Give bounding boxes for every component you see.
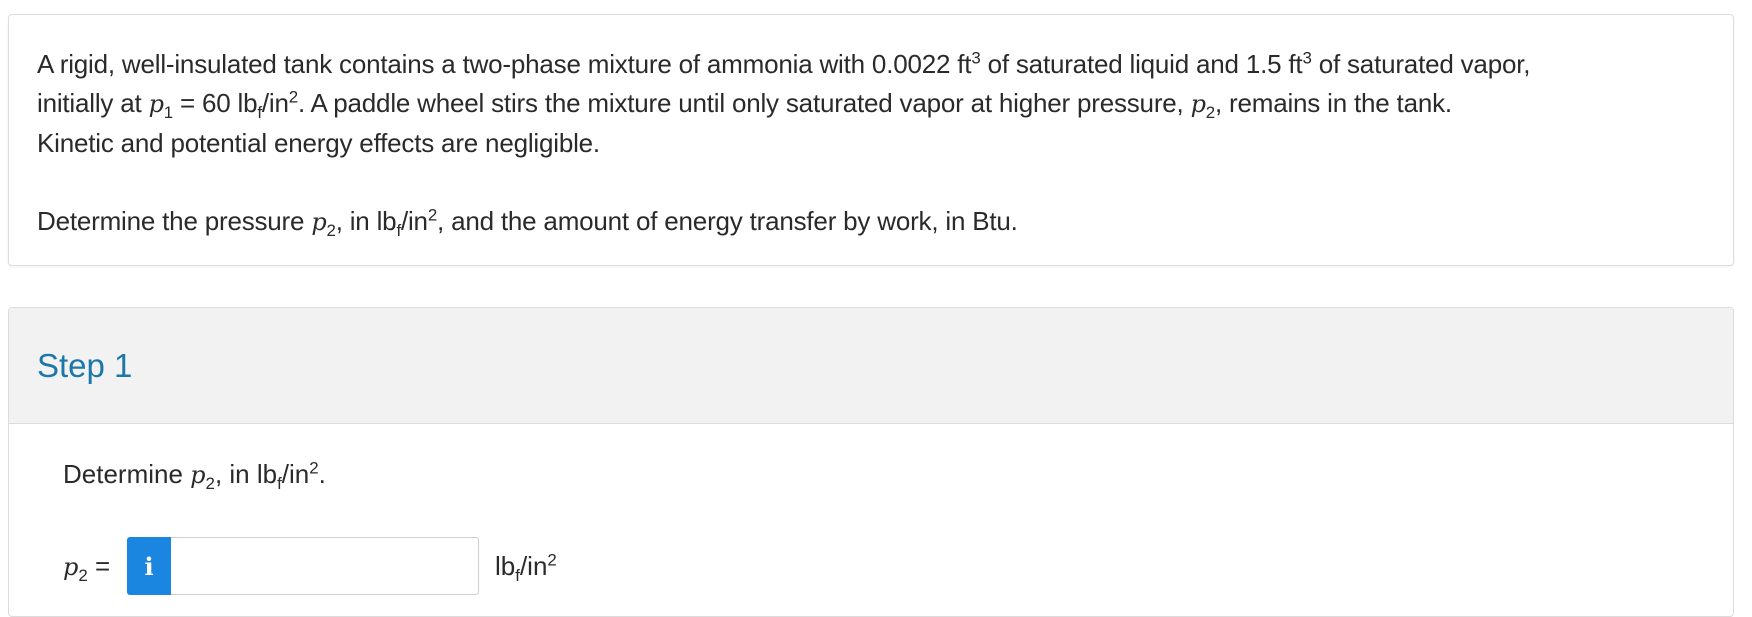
answer-label: p2 = — [63, 550, 127, 585]
question-text: /in — [400, 206, 428, 236]
question-text: , in lb — [335, 206, 397, 236]
unit-text: /in — [519, 550, 548, 581]
prompt-text: , in lb — [214, 459, 278, 489]
question-line-3: Kinetic and potential energy effects are… — [37, 128, 600, 158]
unit-text: lb — [495, 550, 516, 581]
answer-row: p2 = i lbf/in2 — [63, 537, 1733, 595]
superscript: 2 — [288, 87, 298, 107]
question-text: /in — [261, 88, 289, 118]
variable-p: p — [311, 208, 327, 236]
step-card: Step 1 Determine p2, in lbf/in2. p2 = i … — [8, 307, 1734, 617]
subscript: 2 — [78, 565, 88, 585]
question-text: = 60 lb — [172, 88, 258, 118]
variable-p: p — [63, 552, 79, 581]
superscript: 2 — [309, 458, 319, 478]
subscript: 2 — [1205, 103, 1215, 123]
question-card: A rigid, well-insulated tank contains a … — [8, 14, 1734, 266]
question-text: . A paddle wheel stirs the mixture until… — [297, 88, 1191, 118]
prompt-text: . — [318, 459, 326, 489]
superscript: 2 — [547, 549, 557, 569]
question-text: of saturated vapor, — [1311, 49, 1531, 79]
question-text: , and the amount of energy transfer by w… — [437, 206, 1018, 236]
step-header: Step 1 — [9, 308, 1733, 424]
variable-p: p — [1190, 90, 1206, 118]
question-line-4: Determine the pressure p2, in lbf/in2, a… — [37, 202, 1705, 242]
prompt-text: Determine — [63, 459, 191, 489]
superscript: 2 — [427, 205, 438, 225]
superscript: 3 — [1302, 48, 1312, 68]
question-line-1: A rigid, well-insulated tank contains a … — [37, 45, 1705, 84]
subscript: 2 — [326, 221, 336, 241]
subscript: 1 — [163, 103, 173, 123]
step-prompt: Determine p2, in lbf/in2. — [63, 454, 1733, 495]
question-text: of saturated liquid and 1.5 ft — [980, 49, 1303, 79]
info-icon[interactable]: i — [127, 537, 171, 595]
question-text: , remains in the tank. — [1214, 88, 1452, 118]
p2-answer-input[interactable] — [171, 537, 479, 595]
variable-p: p — [190, 461, 206, 489]
question-text: Determine the pressure — [37, 206, 312, 236]
step-body: Determine p2, in lbf/in2. p2 = i lbf/in2 — [9, 424, 1733, 595]
step-title: Step 1 — [37, 346, 133, 384]
equals-sign: = — [87, 550, 111, 581]
prompt-text: /in — [281, 459, 310, 489]
variable-p: p — [148, 90, 164, 118]
superscript: 3 — [971, 48, 981, 68]
question-text: A rigid, well-insulated tank contains a … — [37, 49, 972, 79]
question-line-2: initially at p1 = 60 lbf/in2. A paddle w… — [37, 84, 1705, 124]
subscript: 2 — [205, 474, 215, 494]
unit-label: lbf/in2 — [495, 549, 557, 584]
question-text: initially at — [37, 88, 149, 118]
